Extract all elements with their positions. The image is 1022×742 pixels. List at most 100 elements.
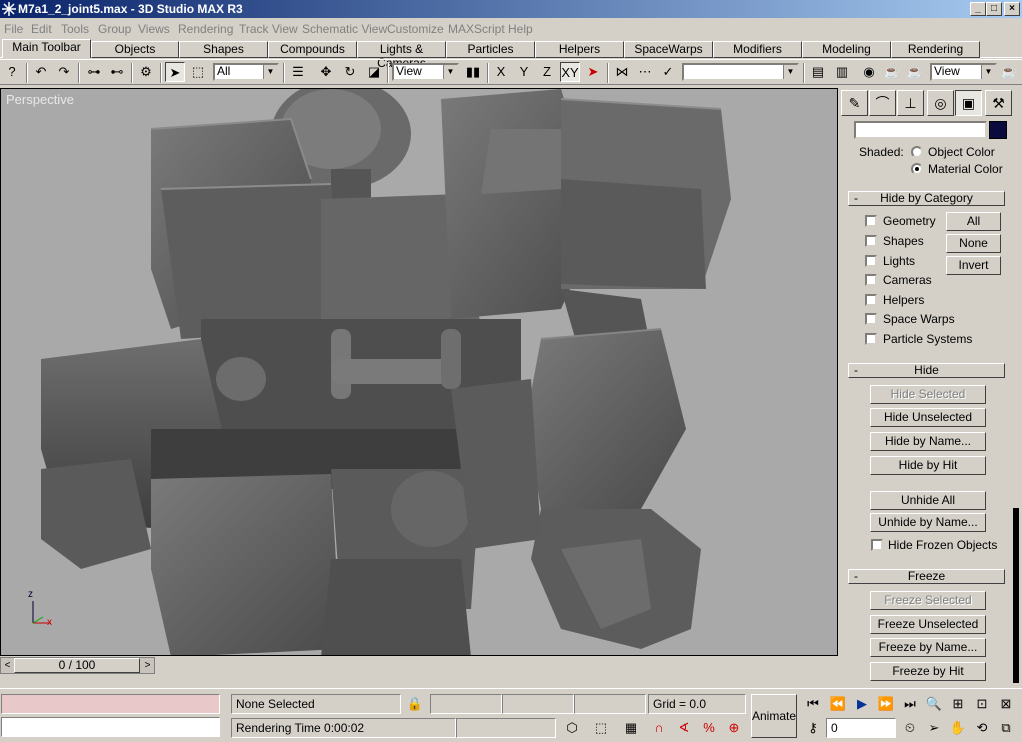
menu-track-view[interactable]: Track View	[239, 22, 298, 36]
time-slider-thumb[interactable]: 0 / 100	[14, 658, 140, 673]
render-type-dropdown[interactable]: View ▼	[930, 63, 997, 81]
track-view-icon[interactable]: ▤	[808, 62, 828, 82]
shapes-checkbox[interactable]	[865, 235, 877, 247]
freeze-by-hit-button[interactable]: Freeze by Hit	[870, 662, 986, 681]
maxscript-listener-field[interactable]	[1, 694, 220, 714]
time-slider-prev-button[interactable]: <	[1, 658, 14, 673]
reference-coordinate-dropdown[interactable]: View ▼	[392, 63, 459, 81]
restrict-x-button[interactable]: X	[491, 62, 511, 82]
tab-main-toolbar[interactable]: Main Toolbar	[2, 39, 91, 58]
tab-objects[interactable]: Objects	[91, 41, 179, 58]
hide-unselected-button[interactable]: Hide Unselected	[870, 408, 986, 427]
cameras-checkbox[interactable]	[865, 274, 877, 286]
particle-systems-checkbox[interactable]	[865, 333, 877, 345]
redo-icon[interactable]: ↷	[54, 62, 74, 82]
restrict-xy-button[interactable]: XY	[560, 62, 580, 82]
material-color-radio[interactable]	[911, 163, 923, 175]
hide-frozen-objects-checkbox[interactable]	[871, 539, 883, 551]
select-and-rotate-icon[interactable]: ↻	[340, 62, 360, 82]
zoom-icon[interactable]: 🔍	[924, 694, 944, 714]
menu-rendering[interactable]: Rendering	[178, 22, 233, 36]
x-coordinate-field[interactable]	[430, 694, 502, 714]
freeze-by-name-button[interactable]: Freeze by Name...	[870, 638, 986, 657]
quick-render-icon[interactable]: ☕	[905, 62, 925, 82]
menu-customize[interactable]: Customize	[387, 22, 444, 36]
hide-selected-button[interactable]: Hide Selected	[870, 385, 986, 404]
freeze-selected-button[interactable]: Freeze Selected	[870, 591, 986, 610]
help-pointer-icon[interactable]: ?	[2, 62, 22, 82]
go-to-end-icon[interactable]: ⏭	[900, 694, 920, 714]
display-panel-icon[interactable]: ▣	[955, 90, 982, 116]
degradation-override-icon[interactable]: ⬡	[562, 718, 582, 738]
restrict-y-button[interactable]: Y	[514, 62, 534, 82]
space-warps-checkbox[interactable]	[865, 313, 877, 325]
motion-panel-icon[interactable]: ◎	[927, 90, 954, 116]
named-selection-sets-dropdown[interactable]: ▼	[682, 63, 799, 81]
previous-frame-icon[interactable]: ⏪	[828, 694, 848, 714]
menu-edit[interactable]: Edit	[31, 22, 52, 36]
time-slider-next-button[interactable]: >	[141, 658, 154, 673]
y-coordinate-field[interactable]	[502, 694, 574, 714]
create-panel-icon[interactable]: ✎	[841, 90, 868, 116]
render-last-icon[interactable]: ☕	[999, 62, 1019, 82]
render-scene-icon[interactable]: ☕	[882, 62, 902, 82]
zoom-extents-all-icon[interactable]: ⊠	[996, 694, 1016, 714]
helpers-checkbox[interactable]	[865, 294, 877, 306]
next-frame-icon[interactable]: ⏩	[876, 694, 896, 714]
angle-snap-icon[interactable]: ∢	[674, 718, 694, 738]
schematic-view-icon[interactable]: ▥	[832, 62, 852, 82]
current-frame-field[interactable]: 0	[826, 718, 896, 738]
go-to-start-icon[interactable]: ⏮	[803, 694, 823, 714]
viewport-label[interactable]: Perspective	[6, 92, 74, 107]
tab-modeling[interactable]: Modeling	[802, 41, 891, 58]
inverse-kinematics-icon[interactable]: ➤	[583, 62, 603, 82]
freeze-unselected-button[interactable]: Freeze Unselected	[870, 615, 986, 634]
tab-compounds[interactable]: Compounds	[268, 41, 357, 58]
object-name-field[interactable]	[854, 121, 987, 139]
selection-region-icon[interactable]: ⬚	[188, 62, 208, 82]
tab-modifiers[interactable]: Modifiers	[713, 41, 802, 58]
tab-particles[interactable]: Particles	[446, 41, 535, 58]
animate-button[interactable]: Animate	[751, 694, 797, 738]
select-and-move-icon[interactable]: ✥	[316, 62, 336, 82]
menu-group[interactable]: Group	[98, 22, 131, 36]
object-color-radio[interactable]	[911, 146, 923, 158]
mirror-icon[interactable]: ⋈	[612, 62, 632, 82]
hide-by-name-button[interactable]: Hide by Name...	[870, 432, 986, 451]
pivot-point-icon[interactable]: ▮▮	[463, 62, 483, 82]
tab-spacewarps[interactable]: SpaceWarps	[624, 41, 713, 58]
key-mode-icon[interactable]: ⚷	[803, 718, 823, 738]
menu-views[interactable]: Views	[138, 22, 170, 36]
spinner-snap-icon[interactable]: ⊕	[724, 718, 744, 738]
material-editor-icon[interactable]: ◉	[859, 62, 879, 82]
lights-checkbox[interactable]	[865, 255, 877, 267]
geometry-checkbox[interactable]	[865, 215, 877, 227]
play-icon[interactable]: ▶	[852, 694, 872, 714]
all-button[interactable]: All	[946, 212, 1001, 231]
select-and-scale-icon[interactable]: ◪	[364, 62, 384, 82]
align-icon[interactable]: ✓	[658, 62, 678, 82]
utilities-panel-icon[interactable]: ⚒	[985, 90, 1012, 116]
restrict-z-button[interactable]: Z	[537, 62, 557, 82]
menu-schematic-view[interactable]: Schematic View	[302, 22, 387, 36]
minimize-button[interactable]: _	[970, 2, 986, 16]
snap-toggle-icon[interactable]: ▦	[621, 718, 641, 738]
none-button[interactable]: None	[946, 234, 1001, 253]
command-panel-scrollbar[interactable]	[1013, 143, 1019, 683]
lock-icon[interactable]: 🔒	[405, 694, 425, 714]
select-by-name-icon[interactable]: ☰	[288, 62, 308, 82]
menu-help[interactable]: Help	[508, 22, 533, 36]
field-of-view-icon[interactable]: ➢	[924, 718, 944, 738]
tab-shapes[interactable]: Shapes	[179, 41, 268, 58]
menu-file[interactable]: File	[4, 22, 23, 36]
close-button[interactable]: ×	[1004, 2, 1020, 16]
time-slider[interactable]: < 0 / 100 >	[0, 657, 838, 674]
tab-lights-cameras[interactable]: Lights & Cameras	[357, 41, 446, 70]
min-max-toggle-icon[interactable]: ⧉	[996, 718, 1016, 738]
arc-rotate-icon[interactable]: ⟲	[972, 718, 992, 738]
hide-by-category-rollout-header[interactable]: - Hide by Category	[848, 191, 1005, 206]
pan-icon[interactable]: ✋	[948, 718, 968, 738]
prompt-line-field[interactable]	[1, 717, 220, 737]
menu-maxscript[interactable]: MAXScript	[448, 22, 505, 36]
window-crossing-icon[interactable]: ⬚	[591, 718, 611, 738]
